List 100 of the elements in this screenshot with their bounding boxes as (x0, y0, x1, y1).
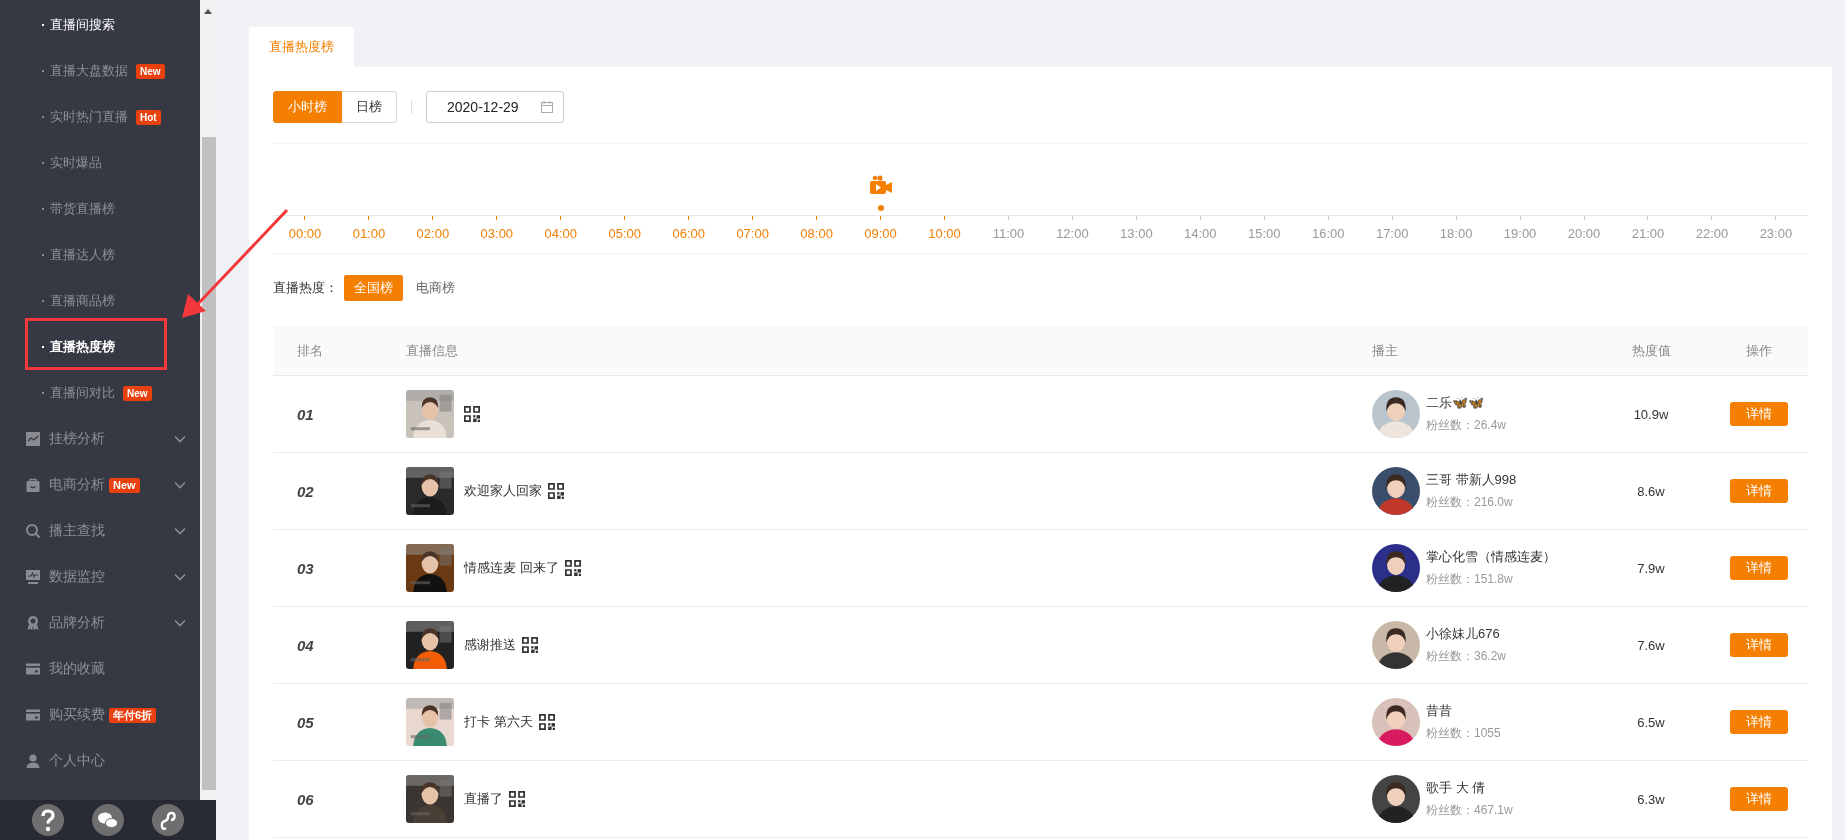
menu-item[interactable]: 数据监控 (0, 554, 200, 600)
live-title: 欢迎家人回家 (464, 482, 542, 500)
details-button[interactable]: 详情 (1730, 479, 1788, 503)
menu-item[interactable]: 我的收藏 (0, 646, 200, 692)
hour-label[interactable]: 12:00 (1056, 220, 1089, 253)
date-field[interactable]: 2020-12-29 (426, 91, 564, 123)
hour-label[interactable]: 10:00 (928, 220, 961, 253)
filter-option[interactable]: 全国榜 (344, 275, 403, 301)
menu-label: 数据监控 (49, 568, 105, 586)
tab[interactable]: 直播热度榜 (249, 27, 354, 67)
heat-value: 6.5w (1636, 714, 1666, 730)
calendar-icon (541, 101, 553, 113)
heat-value: 10.9w (1632, 406, 1670, 422)
card-icon (25, 707, 41, 723)
qr-code-icon[interactable] (522, 637, 538, 653)
hour-label[interactable]: 06:00 (672, 220, 705, 253)
link-icon[interactable] (152, 804, 184, 836)
submenu-item[interactable]: 直播热度榜 (0, 324, 115, 370)
scrollbar[interactable] (200, 0, 216, 800)
hour-label[interactable]: 03:00 (480, 220, 514, 253)
scroll-up-icon[interactable] (204, 9, 212, 14)
submenu-item[interactable]: 直播大盘数据 New (0, 48, 165, 94)
hour-label[interactable]: 11:00 (992, 220, 1025, 253)
hour-label[interactable]: 22:00 (1695, 220, 1729, 253)
hour-label[interactable]: 05:00 (608, 220, 641, 253)
qr-code-icon[interactable] (548, 483, 564, 499)
submenu-item[interactable]: 直播间搜索 (0, 2, 115, 48)
hour-label[interactable]: 16:00 (1311, 220, 1345, 253)
qr-code-icon[interactable] (564, 560, 581, 576)
menu-item[interactable]: 品牌分析 (0, 600, 200, 646)
heat-value: 7.9w (1636, 560, 1666, 576)
hour-label[interactable]: 02:00 (416, 220, 450, 253)
qr-code-icon[interactable] (509, 791, 525, 807)
host-name[interactable]: 三哥 带新人998 (1426, 471, 1517, 489)
menu-label: 电商分析 (49, 476, 105, 494)
host-name[interactable]: 掌心化雪（情感连麦） (1426, 548, 1556, 566)
details-button[interactable]: 详情 (1730, 633, 1788, 657)
hour-label[interactable]: 09:00 (864, 220, 897, 253)
live-title: 情感连麦 回来了 (464, 559, 559, 577)
hour-label[interactable]: 19:00 (1503, 220, 1537, 253)
host-name[interactable]: 小徐妹儿676 (1426, 625, 1507, 643)
rank-cell-text: 06 (296, 790, 315, 808)
fans-count: 粉丝数：1055 (1426, 725, 1501, 742)
host-name[interactable]: 二乐🦋🦋 (1426, 394, 1507, 412)
hour-label[interactable]: 15:00 (1248, 220, 1281, 253)
submenu-item[interactable]: 实时爆品 (0, 140, 102, 186)
submenu-item[interactable]: 直播商品榜 (0, 278, 115, 324)
menu-badge: New (136, 63, 165, 79)
hour-label[interactable]: 13:00 (1120, 220, 1153, 253)
qr-code-icon[interactable] (538, 714, 555, 730)
menu-item[interactable]: 购买续费 年付6折 (0, 692, 200, 738)
menu-label: 品牌分析 (49, 614, 105, 632)
hour-label[interactable]: 20:00 (1567, 220, 1601, 253)
details-button[interactable]: 详情 (1730, 710, 1788, 734)
hour-label[interactable]: 18:00 (1439, 220, 1473, 253)
chat-icon[interactable] (92, 804, 124, 836)
heat-value: 6.3w (1636, 791, 1666, 807)
hour-label[interactable]: 17:00 (1375, 220, 1409, 253)
live-title: 直播了 (464, 790, 503, 808)
submenu-item[interactable]: 带货直播榜 (0, 186, 115, 232)
hour-label[interactable]: 07:00 (736, 220, 769, 253)
period-tab[interactable]: 小时榜 (273, 91, 342, 123)
submenu-item[interactable]: 实时热门直播 Hot (0, 94, 161, 140)
hour-label[interactable]: 23:00 (1759, 220, 1793, 253)
chevron-icon (174, 573, 186, 581)
details-button[interactable]: 详情 (1730, 787, 1788, 811)
submenu-item[interactable]: 直播达人榜 (0, 232, 115, 278)
menu-badge: 年付6折 (109, 707, 157, 723)
menu-badge: Hot (136, 109, 161, 125)
hour-label[interactable]: 00:00 (288, 220, 322, 253)
menu-item[interactable]: 挂榜分析 (0, 416, 200, 462)
scroll-thumb[interactable] (202, 137, 216, 790)
period-tab[interactable]: 日榜 (342, 91, 397, 123)
menu-item[interactable]: 播主查找 (0, 508, 200, 554)
hour-dot (877, 205, 884, 211)
details-button[interactable]: 详情 (1730, 402, 1788, 426)
hour-label[interactable]: 04:00 (544, 220, 578, 253)
hour-label[interactable]: 08:00 (800, 220, 833, 253)
host-name[interactable]: 昔昔 (1426, 702, 1501, 720)
help-icon[interactable] (32, 804, 64, 836)
rank-cell-text: 05 (296, 713, 315, 731)
menu-label: 购买续费 (49, 706, 105, 724)
hour-label[interactable]: 14:00 (1184, 220, 1217, 253)
menu-label: 个人中心 (49, 752, 105, 770)
hour-label[interactable]: 21:00 (1631, 220, 1665, 253)
menu-item[interactable]: 个人中心 (0, 738, 200, 784)
menu-label: 我的收藏 (49, 660, 105, 678)
menu-badge: New (123, 385, 152, 401)
menu-item[interactable]: 电商分析 New (0, 462, 200, 508)
hour-label[interactable]: 01:00 (352, 220, 386, 253)
submenu-item[interactable]: 直播间对比 New (0, 370, 152, 416)
live-title: 感谢推送 (464, 636, 516, 654)
bag-icon (25, 477, 41, 493)
host-name[interactable]: 歌手 大 倩 (1426, 779, 1513, 797)
column-header: 排名 (296, 341, 324, 360)
qr-code-icon[interactable] (464, 406, 480, 422)
live-title: 打卡 第六天 (464, 713, 533, 731)
fans-count: 粉丝数：36.2w (1426, 648, 1507, 665)
details-button[interactable]: 详情 (1730, 556, 1788, 580)
column-header: 直播信息 (406, 341, 459, 360)
